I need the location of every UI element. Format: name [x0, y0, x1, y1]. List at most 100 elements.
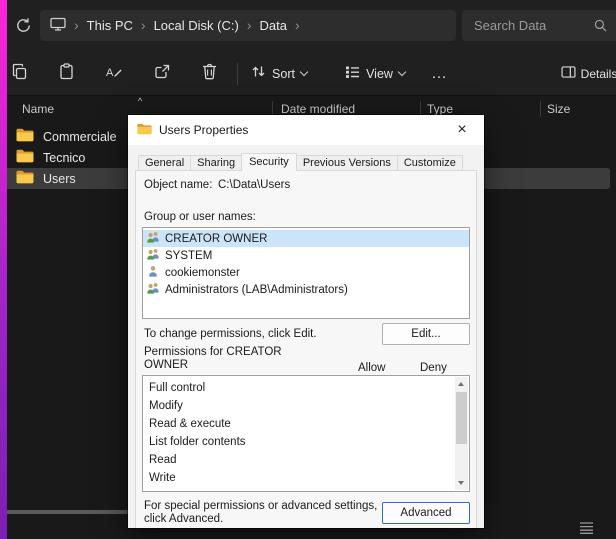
- left-accent-strip: [0, 0, 7, 539]
- list-item-system[interactable]: SYSTEM: [143, 247, 469, 264]
- folder-icon: [16, 128, 34, 145]
- share-icon: [153, 64, 170, 85]
- edit-button-label: Edit...: [411, 328, 440, 340]
- object-name-value: C:\Data\Users: [218, 179, 290, 191]
- list-item-read[interactable]: Read: [143, 451, 469, 469]
- permission-name: List folder contents: [149, 436, 246, 448]
- permission-name: Read & execute: [149, 418, 231, 430]
- users-properties-dialog: Users Properties × General Sharing Secur…: [128, 115, 484, 528]
- view-button[interactable]: View: [338, 57, 412, 91]
- chevron-down-icon: [300, 68, 308, 76]
- column-separator[interactable]: [540, 101, 541, 117]
- group-users-icon: [146, 231, 160, 246]
- breadcrumb-chevron-icon: ›: [295, 18, 300, 32]
- permissions-list[interactable]: Full control Modify Read & execute List …: [142, 375, 470, 492]
- column-header-type[interactable]: Type: [427, 102, 453, 116]
- details-pane-icon: [561, 65, 576, 83]
- tab-previous-versions[interactable]: Previous Versions: [296, 155, 398, 171]
- breadcrumb-local-disk[interactable]: Local Disk (C:): [154, 18, 239, 33]
- close-icon: ×: [457, 122, 466, 138]
- copy-button[interactable]: [2, 57, 36, 91]
- object-name-label: Object name:: [144, 179, 212, 191]
- permission-name: Full control: [149, 382, 205, 394]
- group-or-user-names-label: Group or user names:: [144, 211, 256, 223]
- scrollbar-thumb: [456, 392, 467, 444]
- more-button[interactable]: …: [426, 57, 452, 91]
- list-item-list-folder-contents[interactable]: List folder contents: [143, 433, 469, 451]
- permission-name: Modify: [149, 400, 183, 412]
- close-button[interactable]: ×: [449, 118, 475, 142]
- list-item-creator-owner[interactable]: CREATOR OWNER: [143, 230, 469, 247]
- scroll-up-icon: [458, 382, 464, 386]
- dialog-tabs: General Sharing Security Previous Versio…: [138, 153, 462, 171]
- rename-button[interactable]: A: [97, 57, 131, 91]
- deny-column-header: Deny: [420, 362, 447, 374]
- breadcrumb-chevron-icon: ›: [74, 18, 79, 32]
- search-icon: [594, 19, 607, 37]
- list-item-write[interactable]: Write: [143, 469, 469, 487]
- column-header-size[interactable]: Size: [547, 102, 570, 116]
- list-item-modify[interactable]: Modify: [143, 397, 469, 415]
- tab-security[interactable]: Security: [241, 153, 297, 171]
- trash-icon: [202, 63, 217, 85]
- explorer-topbar: › This PC › Local Disk (C:) › Data › Sea…: [0, 0, 616, 96]
- scroll-down-icon: [458, 481, 464, 485]
- advanced-button-label: Advanced: [400, 507, 451, 519]
- list-item-administrators[interactable]: Administrators (LAB\Administrators): [143, 281, 469, 298]
- breadcrumb-data[interactable]: Data: [260, 18, 287, 33]
- folder-icon: [16, 149, 34, 166]
- principal-name: CREATOR OWNER: [165, 233, 267, 245]
- dialog-title: Users Properties: [159, 123, 248, 137]
- rename-icon: A: [105, 64, 123, 85]
- group-or-user-names-list[interactable]: CREATOR OWNER SYSTEM cookiemonster Admin…: [142, 227, 470, 319]
- list-item-cookiemonster[interactable]: cookiemonster: [143, 264, 469, 281]
- list-item-full-control[interactable]: Full control: [143, 379, 469, 397]
- sort-label: Sort: [272, 67, 295, 81]
- allow-column-header: Allow: [358, 362, 385, 374]
- refresh-button[interactable]: [10, 15, 36, 41]
- file-name: Commerciale: [43, 130, 117, 144]
- details-view-toggle-button[interactable]: [577, 523, 595, 537]
- advanced-hint: For special permissions or advanced sett…: [144, 500, 390, 526]
- edit-button[interactable]: Edit...: [382, 323, 470, 345]
- permissions-for-label: Permissions for CREATOR OWNER: [144, 346, 296, 371]
- search-placeholder: Search Data: [474, 18, 546, 33]
- tab-sharing[interactable]: Sharing: [190, 155, 242, 171]
- tab-customize[interactable]: Customize: [397, 155, 463, 171]
- search-input[interactable]: Search Data: [462, 10, 616, 41]
- edit-hint: To change permissions, click Edit.: [144, 328, 317, 340]
- permission-name: Write: [149, 472, 176, 484]
- vertical-scrollbar[interactable]: [455, 377, 468, 490]
- breadcrumb-chevron-icon: ›: [141, 18, 146, 32]
- advanced-button[interactable]: Advanced: [382, 502, 470, 524]
- breadcrumb-chevron-icon: ›: [247, 18, 252, 32]
- permission-name: Read: [149, 454, 177, 466]
- paste-button[interactable]: [49, 57, 83, 91]
- dialog-title-bar: Users Properties ×: [128, 115, 484, 145]
- details-label: Details: [581, 67, 616, 81]
- single-user-icon: [146, 265, 160, 280]
- list-item-read-execute[interactable]: Read & execute: [143, 415, 469, 433]
- sort-button[interactable]: Sort: [244, 57, 314, 91]
- breadcrumb-this-pc[interactable]: This PC: [87, 18, 133, 33]
- group-users-icon: [146, 282, 160, 297]
- share-button[interactable]: [144, 57, 178, 91]
- principal-name: SYSTEM: [165, 250, 212, 262]
- view-label: View: [366, 67, 393, 81]
- details-button[interactable]: Details: [560, 57, 616, 91]
- principal-name: cookiemonster: [165, 267, 240, 279]
- file-name: Tecnico: [43, 151, 85, 165]
- address-bar: › This PC › Local Disk (C:) › Data ›: [40, 10, 456, 41]
- explorer-window: › This PC › Local Disk (C:) › Data › Sea…: [0, 0, 616, 539]
- list-lines-icon: [579, 521, 594, 539]
- tab-general[interactable]: General: [138, 155, 191, 171]
- principal-name: Administrators (LAB\Administrators): [165, 284, 348, 296]
- paste-icon: [58, 63, 75, 85]
- column-header-date-modified[interactable]: Date modified: [281, 102, 355, 116]
- folder-icon: [137, 123, 152, 138]
- view-icon: [345, 65, 360, 84]
- column-header-name[interactable]: Name: [22, 102, 54, 116]
- delete-button[interactable]: [192, 57, 226, 91]
- file-name: Users: [43, 172, 76, 186]
- sort-arrows-icon: [251, 64, 266, 84]
